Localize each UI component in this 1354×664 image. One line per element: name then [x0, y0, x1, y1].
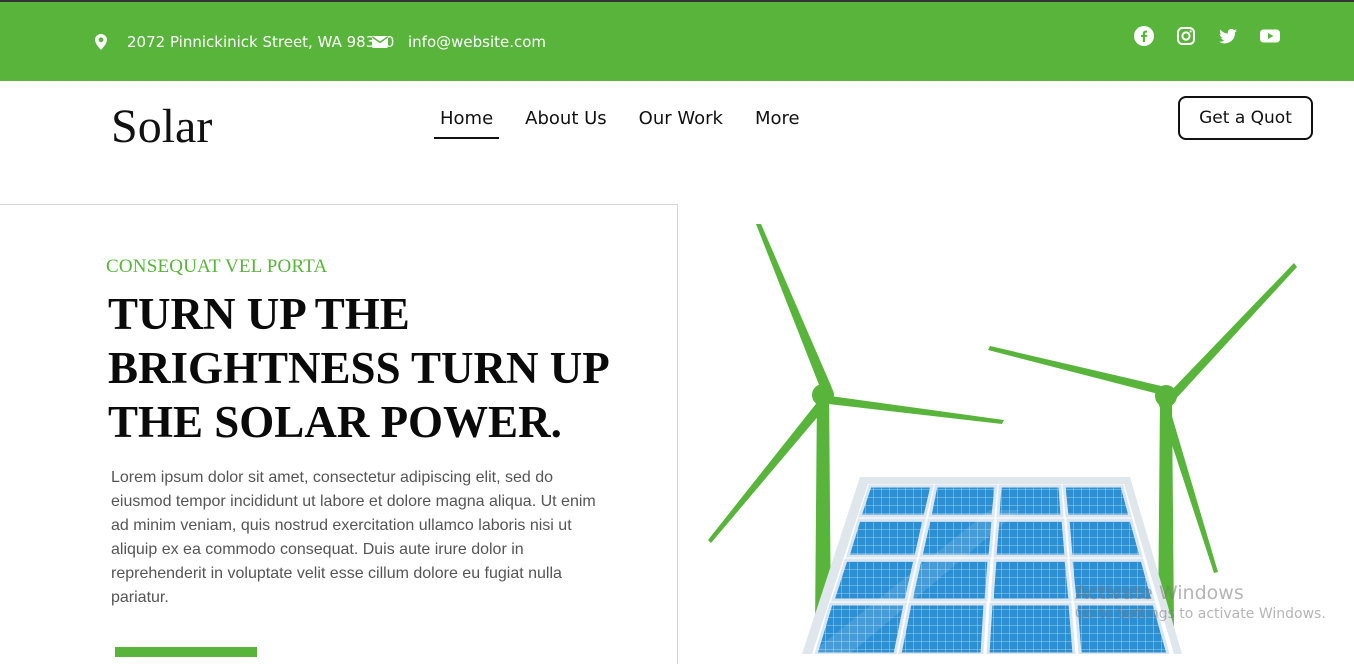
brand-logo[interactable]: Solar — [111, 98, 212, 156]
hero-headline: TURN UP THE BRIGHTNESS TURN UP THE SOLAR… — [108, 289, 608, 447]
email-info[interactable]: info@website.com — [372, 2, 546, 81]
facebook-icon[interactable] — [1134, 26, 1154, 46]
hero-body-text: Lorem ipsum dolor sit amet, consectetur … — [111, 469, 596, 606]
hero-cta-button[interactable] — [115, 647, 257, 657]
address-text: 2072 Pinnickinick Street, WA 98370 — [127, 32, 395, 51]
main-nav: Home About Us Our Work More — [434, 104, 832, 139]
wind-turbine-solar-illustration — [708, 224, 1297, 654]
solar-panel — [802, 477, 1182, 654]
email-text[interactable]: info@website.com — [408, 33, 546, 51]
get-quote-button[interactable]: Get a Quot — [1178, 96, 1313, 140]
address-info: 2072 Pinnickinick Street, WA 98370 — [95, 2, 394, 81]
hero-eyebrow: CONSEQUAT VEL PORTA — [106, 256, 328, 277]
social-links — [1134, 26, 1280, 46]
nav-about-us[interactable]: About Us — [525, 104, 607, 139]
envelope-icon — [372, 35, 388, 48]
nav-more[interactable]: More — [755, 104, 800, 139]
nav-our-work[interactable]: Our Work — [639, 104, 723, 139]
youtube-icon[interactable] — [1260, 26, 1280, 46]
top-info-bar: 2072 Pinnickinick Street, WA 98370 info@… — [0, 0, 1354, 81]
twitter-icon[interactable] — [1218, 26, 1238, 46]
nav-home[interactable]: Home — [434, 104, 500, 139]
instagram-icon[interactable] — [1176, 26, 1196, 46]
map-marker-icon — [95, 33, 107, 50]
